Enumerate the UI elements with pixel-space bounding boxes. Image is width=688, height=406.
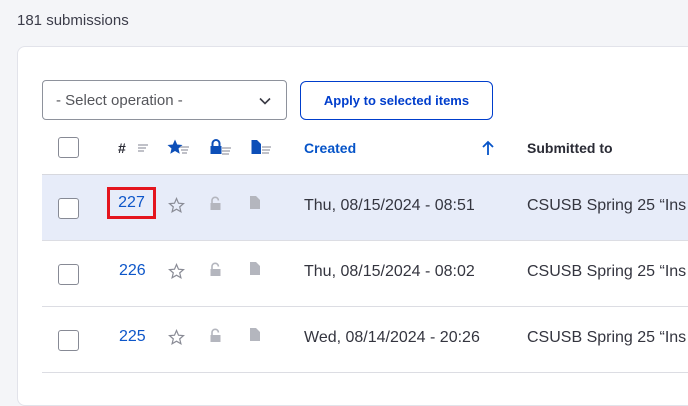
submitted-to-cell: CSUSB Spring 25 “Ins — [527, 329, 687, 346]
submission-number-link[interactable]: 226 — [119, 262, 146, 280]
star-icon[interactable] — [168, 197, 185, 214]
operation-select-value: - Select operation - — [56, 92, 183, 109]
unlock-icon[interactable] — [209, 328, 222, 343]
table-row[interactable]: 225 Wed, 08/14/2024 - 20:26 CSUSB Spring… — [42, 307, 688, 373]
select-all-checkbox[interactable] — [58, 137, 79, 158]
sort-lines-icon[interactable] — [136, 141, 150, 155]
lock-column-icon[interactable] — [208, 138, 232, 158]
column-number-header[interactable]: # — [118, 140, 126, 156]
row-checkbox[interactable] — [58, 330, 79, 351]
table-row[interactable]: 226 Thu, 08/15/2024 - 08:02 CSUSB Spring… — [42, 241, 688, 307]
created-date: Thu, 08/15/2024 - 08:51 — [304, 197, 475, 214]
star-icon[interactable] — [168, 263, 185, 280]
column-created-header[interactable]: Created — [304, 140, 356, 156]
submitted-to-cell: CSUSB Spring 25 “Ins — [527, 263, 687, 280]
sort-ascending-arrow-icon[interactable] — [480, 139, 496, 157]
created-date: Thu, 08/15/2024 - 08:02 — [304, 263, 475, 280]
document-icon[interactable] — [249, 327, 261, 342]
document-icon[interactable] — [249, 261, 261, 276]
row-checkbox[interactable] — [58, 264, 79, 285]
document-icon[interactable] — [249, 195, 261, 210]
submission-number-link[interactable]: 227 — [107, 187, 156, 219]
table-row[interactable]: 227 Thu, 08/15/2024 - 08:51 CSUSB Spring… — [42, 175, 688, 241]
star-icon[interactable] — [168, 329, 185, 346]
submission-count: 181 submissions — [17, 12, 129, 29]
submission-number-link[interactable]: 225 — [119, 328, 146, 346]
row-checkbox[interactable] — [58, 198, 79, 219]
submitted-to-cell: CSUSB Spring 25 “Ins — [527, 197, 687, 214]
document-column-icon[interactable] — [249, 138, 273, 158]
chevron-down-icon — [259, 97, 271, 105]
column-submitted-to-header[interactable]: Submitted to — [527, 140, 613, 156]
operation-select[interactable]: - Select operation - — [42, 80, 287, 120]
apply-to-selected-button[interactable]: Apply to selected items — [300, 81, 493, 120]
unlock-icon[interactable] — [209, 196, 222, 211]
unlock-icon[interactable] — [209, 262, 222, 277]
star-column-icon[interactable] — [166, 138, 190, 158]
created-date: Wed, 08/14/2024 - 20:26 — [304, 329, 480, 346]
